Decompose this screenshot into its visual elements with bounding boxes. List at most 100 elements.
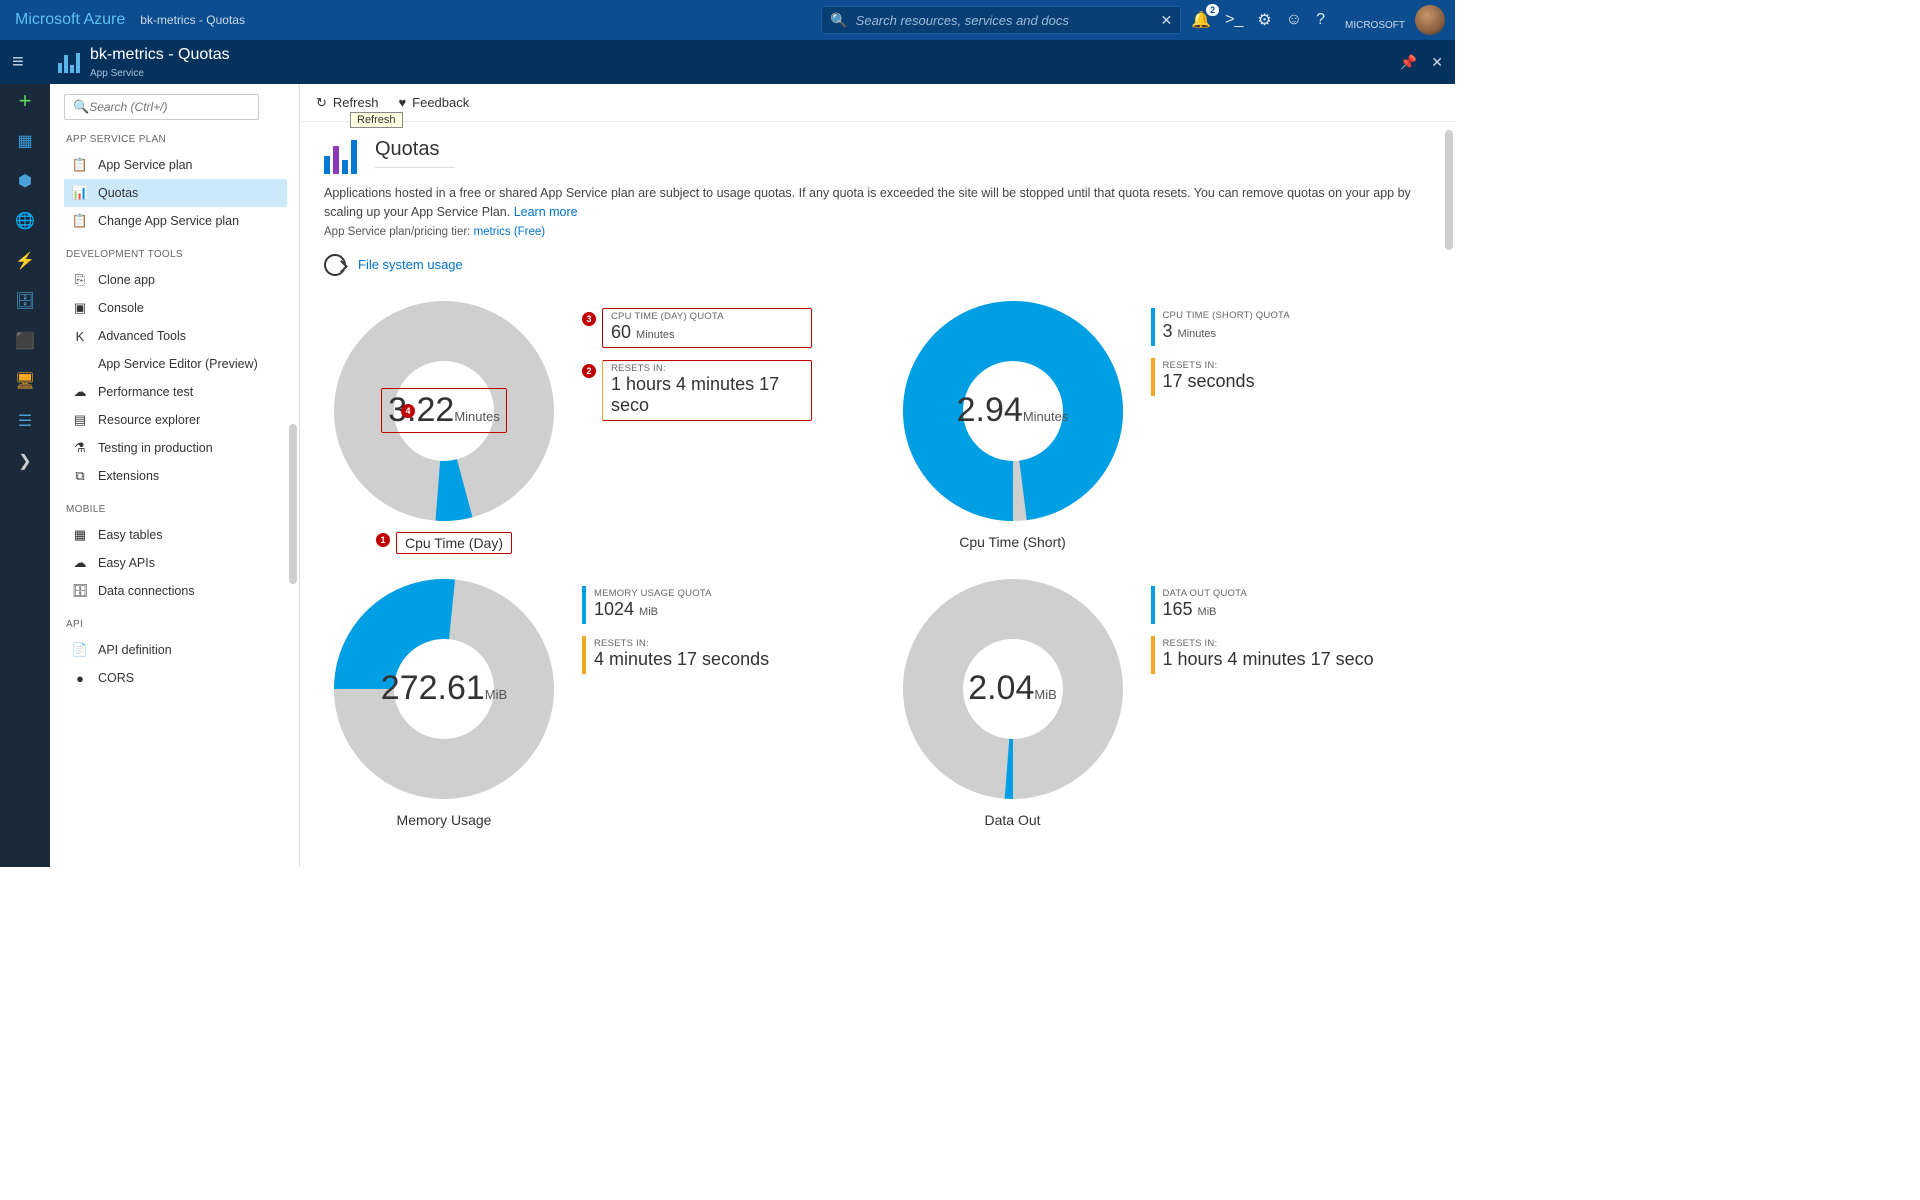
settings-icon[interactable]: ⚙ xyxy=(1257,10,1271,30)
close-blade-icon[interactable]: ✕ xyxy=(1431,54,1443,71)
sidebar-item[interactable]: ☁Performance test xyxy=(64,378,287,406)
sidebar-item[interactable]: ⚗Testing in production xyxy=(64,434,287,462)
sidebar-item-icon: 📄 xyxy=(72,642,88,658)
rail-cube-icon[interactable]: ⬢ xyxy=(14,170,36,192)
rail-vm-icon[interactable]: 🖥 xyxy=(14,370,36,392)
donut-chart: 2.04MiB xyxy=(898,574,1128,804)
main-content: ↻Refresh ♥Feedback Refresh Quotas Applic… xyxy=(300,84,1455,867)
feedback-smiley-icon[interactable]: ☺ xyxy=(1286,11,1302,29)
sidebar-item[interactable]: App Service Editor (Preview) xyxy=(64,350,287,378)
file-system-usage-link[interactable]: File system usage xyxy=(358,257,463,272)
global-search[interactable]: 🔍 ✕ xyxy=(821,6,1181,34)
blade-header: ≡ bk-metrics - Quotas App Service 📌 ✕ xyxy=(0,40,1455,84)
help-icon[interactable]: ? xyxy=(1316,11,1325,29)
pricing-tier-link[interactable]: metrics (Free) xyxy=(474,226,546,238)
sidebar-item-icon: ⚗ xyxy=(72,440,88,456)
sidebar-section-header: API xyxy=(66,619,287,630)
sidebar-section-header: DEVELOPMENT TOOLS xyxy=(66,249,287,260)
donut-value: 3.22 xyxy=(388,391,454,429)
rail-dashboard-icon[interactable]: ▦ xyxy=(14,130,36,152)
donut-value: 2.04 xyxy=(968,669,1034,707)
sidebar-item-label: Resource explorer xyxy=(98,413,200,427)
toolbar: ↻Refresh ♥Feedback Refresh xyxy=(300,84,1455,122)
sidebar-item-icon: 📋 xyxy=(72,213,88,229)
search-icon: 🔍 xyxy=(830,12,847,29)
quota-info: CPU TIME (SHORT) QUOTA3 Minutes xyxy=(1151,308,1298,346)
donut-chart: 272.61MiB xyxy=(329,574,559,804)
quota-info: MEMORY USAGE QUOTA1024 MiB xyxy=(582,586,720,624)
resets-info: RESETS IN:4 minutes 17 seconds xyxy=(582,636,777,674)
sidebar-item[interactable]: ▣Console xyxy=(64,294,287,322)
sidebar-item[interactable]: ▦Easy tables xyxy=(64,521,287,549)
blade-subtitle: App Service xyxy=(90,68,144,79)
refresh-icon: ↻ xyxy=(316,95,327,111)
sidebar-item-label: Easy APIs xyxy=(98,556,155,570)
sidebar-item[interactable]: 📋 Change App Service plan xyxy=(64,207,287,235)
sidebar-section-header: MOBILE xyxy=(66,504,287,515)
resets-info: RESETS IN:1 hours 4 minutes 17 seco xyxy=(602,360,812,421)
rail-storage-icon[interactable]: ☰ xyxy=(14,410,36,432)
rail-globe-icon[interactable]: 🌐 xyxy=(14,210,36,232)
resets-info: RESETS IN:17 seconds xyxy=(1151,358,1263,396)
breadcrumb[interactable]: bk-metrics - Quotas xyxy=(140,13,245,27)
sidebar-item[interactable]: 📊Quotas xyxy=(64,179,287,207)
sidebar-search-input[interactable] xyxy=(89,100,250,114)
donut-value-box: 3.22Minutes xyxy=(381,388,507,433)
pin-icon[interactable]: 📌 xyxy=(1400,54,1417,71)
quota-value: 60 Minutes xyxy=(611,322,803,343)
sidebar-item[interactable]: 📋App Service plan xyxy=(64,151,287,179)
sidebar-item[interactable]: ▤ Resource explorer xyxy=(64,406,287,434)
quota-label: CPU TIME (SHORT) QUOTA xyxy=(1163,310,1290,321)
quota-info: CPU TIME (DAY) QUOTA60 Minutes xyxy=(602,308,812,348)
donut-unit: Minutes xyxy=(454,409,500,424)
sidebar-item-label: Easy tables xyxy=(98,528,163,542)
cloud-shell-icon[interactable]: >_ xyxy=(1225,11,1243,29)
donut-label: Cpu Time (Short) xyxy=(951,532,1074,552)
rail-expand-icon[interactable]: ❯ xyxy=(14,450,36,472)
donut-unit: Minutes xyxy=(1023,409,1069,424)
resets-info: RESETS IN:1 hours 4 minutes 17 seco xyxy=(1151,636,1382,674)
avatar[interactable] xyxy=(1415,5,1445,35)
sidebar-item[interactable]: ⧉Extensions xyxy=(64,462,287,490)
sidebar-item[interactable]: ⎘Clone app xyxy=(64,266,287,294)
brand-logo[interactable]: Microsoft Azure xyxy=(15,11,125,29)
favorites-rail: + ▦ ⬢ 🌐 ⚡ 🗄 ⬛ 🖥 ☰ ❯ xyxy=(0,84,50,867)
learn-more-link[interactable]: Learn more xyxy=(514,205,578,219)
sidebar-item[interactable]: 📄API definition xyxy=(64,636,287,664)
resets-label: RESETS IN: xyxy=(1163,360,1255,371)
callout-badge: 4 xyxy=(401,404,415,418)
sidebar-item-label: Change App Service plan xyxy=(98,214,239,228)
sidebar-item-icon: ▤ xyxy=(72,412,88,428)
sidebar-scrollbar[interactable] xyxy=(289,424,297,584)
main-scrollbar[interactable] xyxy=(1445,130,1453,250)
search-input[interactable] xyxy=(848,13,1161,28)
refresh-button[interactable]: ↻Refresh xyxy=(316,95,378,111)
sidebar-item[interactable]: 🗄Data connections xyxy=(64,577,287,605)
rail-sql-icon[interactable]: 🗄 xyxy=(14,290,36,312)
sidebar-item[interactable]: ☁Easy APIs xyxy=(64,549,287,577)
notifications-icon[interactable]: 🔔2 xyxy=(1191,10,1211,30)
quota-label: DATA OUT QUOTA xyxy=(1163,588,1247,599)
resets-label: RESETS IN: xyxy=(1163,638,1374,649)
top-header: Microsoft Azure bk-metrics - Quotas 🔍 ✕ … xyxy=(0,0,1455,40)
sidebar-item-icon: ☁ xyxy=(72,384,88,400)
resets-label: RESETS IN: xyxy=(611,363,803,374)
donut-label: Data Out xyxy=(976,810,1048,830)
sidebar-item[interactable]: ●CORS xyxy=(64,664,287,692)
sidebar-item[interactable]: KAdvanced Tools xyxy=(64,322,287,350)
rail-function-icon[interactable]: ⚡ xyxy=(14,250,36,272)
quota-value: 165 MiB xyxy=(1163,599,1247,620)
donut-chart: 2.94Minutes xyxy=(898,296,1128,526)
donut-value-box: 2.94Minutes xyxy=(951,389,1075,432)
tenant-label[interactable]: MICROSOFT xyxy=(1345,9,1405,31)
gauge-icon xyxy=(324,254,346,276)
menu-toggle-icon[interactable]: ≡ xyxy=(12,51,40,74)
rail-cosmos-icon[interactable]: ⬛ xyxy=(14,330,36,352)
clear-search-icon[interactable]: ✕ xyxy=(1161,12,1173,29)
sidebar-search[interactable]: 🔍 xyxy=(64,94,259,120)
sidebar-item-label: CORS xyxy=(98,671,134,685)
resets-value: 17 seconds xyxy=(1163,371,1255,392)
feedback-button[interactable]: ♥Feedback xyxy=(398,95,469,110)
pricing-tier: App Service plan/pricing tier: metrics (… xyxy=(324,226,1431,238)
add-resource-icon[interactable]: + xyxy=(14,90,36,112)
